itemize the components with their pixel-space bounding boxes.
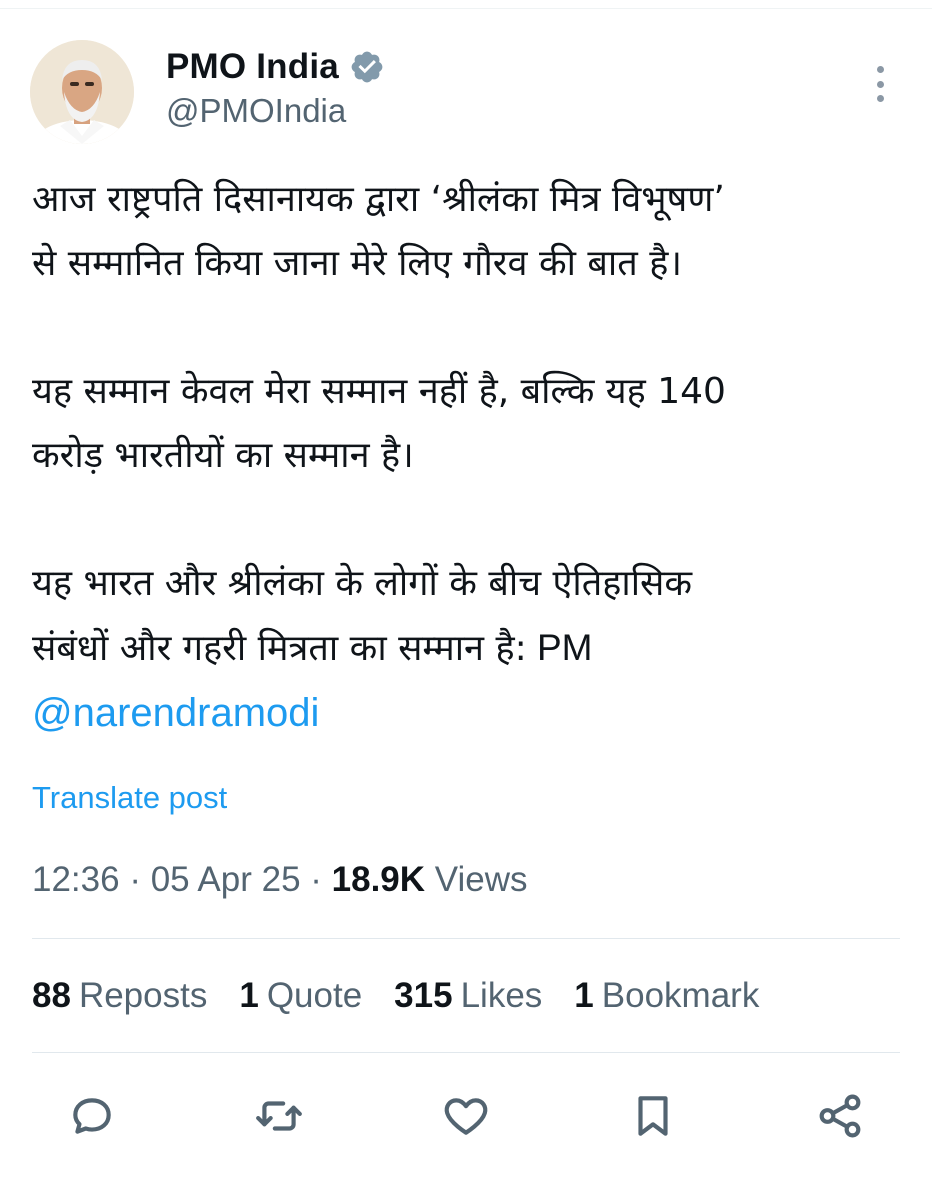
divider <box>32 938 900 939</box>
bookmark-icon <box>638 1096 668 1136</box>
views-count: 18.9K <box>331 860 426 899</box>
quotes-count: 1 <box>239 976 259 1015</box>
quotes-stat[interactable]: 1 Quote <box>239 976 362 1016</box>
share-icon <box>819 1094 861 1138</box>
reposts-stat[interactable]: 88 Reposts <box>32 976 207 1016</box>
top-divider <box>0 8 932 9</box>
verified-badge-icon <box>349 49 385 85</box>
bookmarks-label: Bookmark <box>601 976 760 1015</box>
author-block: PMO India @PMOIndia <box>166 44 385 130</box>
more-options-icon[interactable] <box>866 64 894 104</box>
tweet-paragraph-1: आज राष्ट्रपति दिसानायक द्वारा ‘श्रीलंका … <box>32 168 900 296</box>
tweet-time[interactable]: 12:36 <box>32 860 120 899</box>
tweet-line: संबंधों और गहरी मित्रता का सम्मान है: <box>32 628 527 669</box>
bookmarks-count: 1 <box>574 976 594 1015</box>
tweet-line: आज राष्ट्रपति दिसानायक द्वारा ‘श्रीलंका … <box>32 179 725 220</box>
likes-count: 315 <box>394 976 453 1015</box>
repost-button[interactable] <box>251 1088 307 1144</box>
author-name[interactable]: PMO India <box>166 47 339 87</box>
tweet-line: से सम्मानित किया जाना मेरे लिए गौरव की ब… <box>32 243 682 284</box>
tweet-pm-suffix: PM <box>526 627 593 668</box>
engagement-stats: 88 Reposts 1 Quote 315 Likes 1 Bookmark <box>32 976 791 1016</box>
bookmark-button[interactable] <box>625 1088 681 1144</box>
author-handle[interactable]: @PMOIndia <box>166 92 385 130</box>
reply-button[interactable] <box>64 1088 120 1144</box>
tweet-paragraph-2: यह सम्मान केवल मेरा सम्मान नहीं है, बल्क… <box>32 360 900 488</box>
reposts-label: Reposts <box>78 976 208 1015</box>
reposts-count: 88 <box>32 976 71 1015</box>
like-button[interactable] <box>438 1088 494 1144</box>
mention-link[interactable]: @narendramodi <box>32 691 319 735</box>
meta-separator: · <box>300 860 332 899</box>
reply-icon <box>73 1098 111 1134</box>
quotes-label: Quote <box>266 976 363 1015</box>
share-button[interactable] <box>812 1088 868 1144</box>
meta-separator: · <box>119 860 151 899</box>
divider <box>32 1052 900 1053</box>
avatar[interactable] <box>30 40 134 144</box>
action-bar <box>64 1086 868 1146</box>
views-label: Views <box>425 860 528 899</box>
tweet-paragraph-3: यह भारत और श्रीलंका के लोगों के बीच ऐतिह… <box>32 552 900 747</box>
tweet-line: करोड़ भारतीयों का सम्मान है। <box>32 435 414 476</box>
tweet-line: यह सम्मान केवल मेरा सम्मान नहीं है, बल्क… <box>32 371 726 412</box>
repost-icon <box>256 1101 302 1131</box>
likes-stat[interactable]: 315 Likes <box>394 976 542 1016</box>
likes-label: Likes <box>460 976 543 1015</box>
tweet-line: यह भारत और श्रीलंका के लोगों के बीच ऐतिह… <box>32 563 693 604</box>
tweet-text: आज राष्ट्रपति दिसानायक द्वारा ‘श्रीलंका … <box>32 168 900 747</box>
tweet-header: PMO India @PMOIndia <box>30 38 900 148</box>
like-icon <box>444 1098 488 1135</box>
bookmarks-stat[interactable]: 1 Bookmark <box>574 976 759 1016</box>
translate-post-link[interactable]: Translate post <box>32 780 227 816</box>
author-name-row: PMO India <box>166 44 385 90</box>
tweet-meta: 12:36 · 05 Apr 25 · 18.9K Views <box>32 860 528 900</box>
tweet-date[interactable]: 05 Apr 25 <box>151 860 301 899</box>
